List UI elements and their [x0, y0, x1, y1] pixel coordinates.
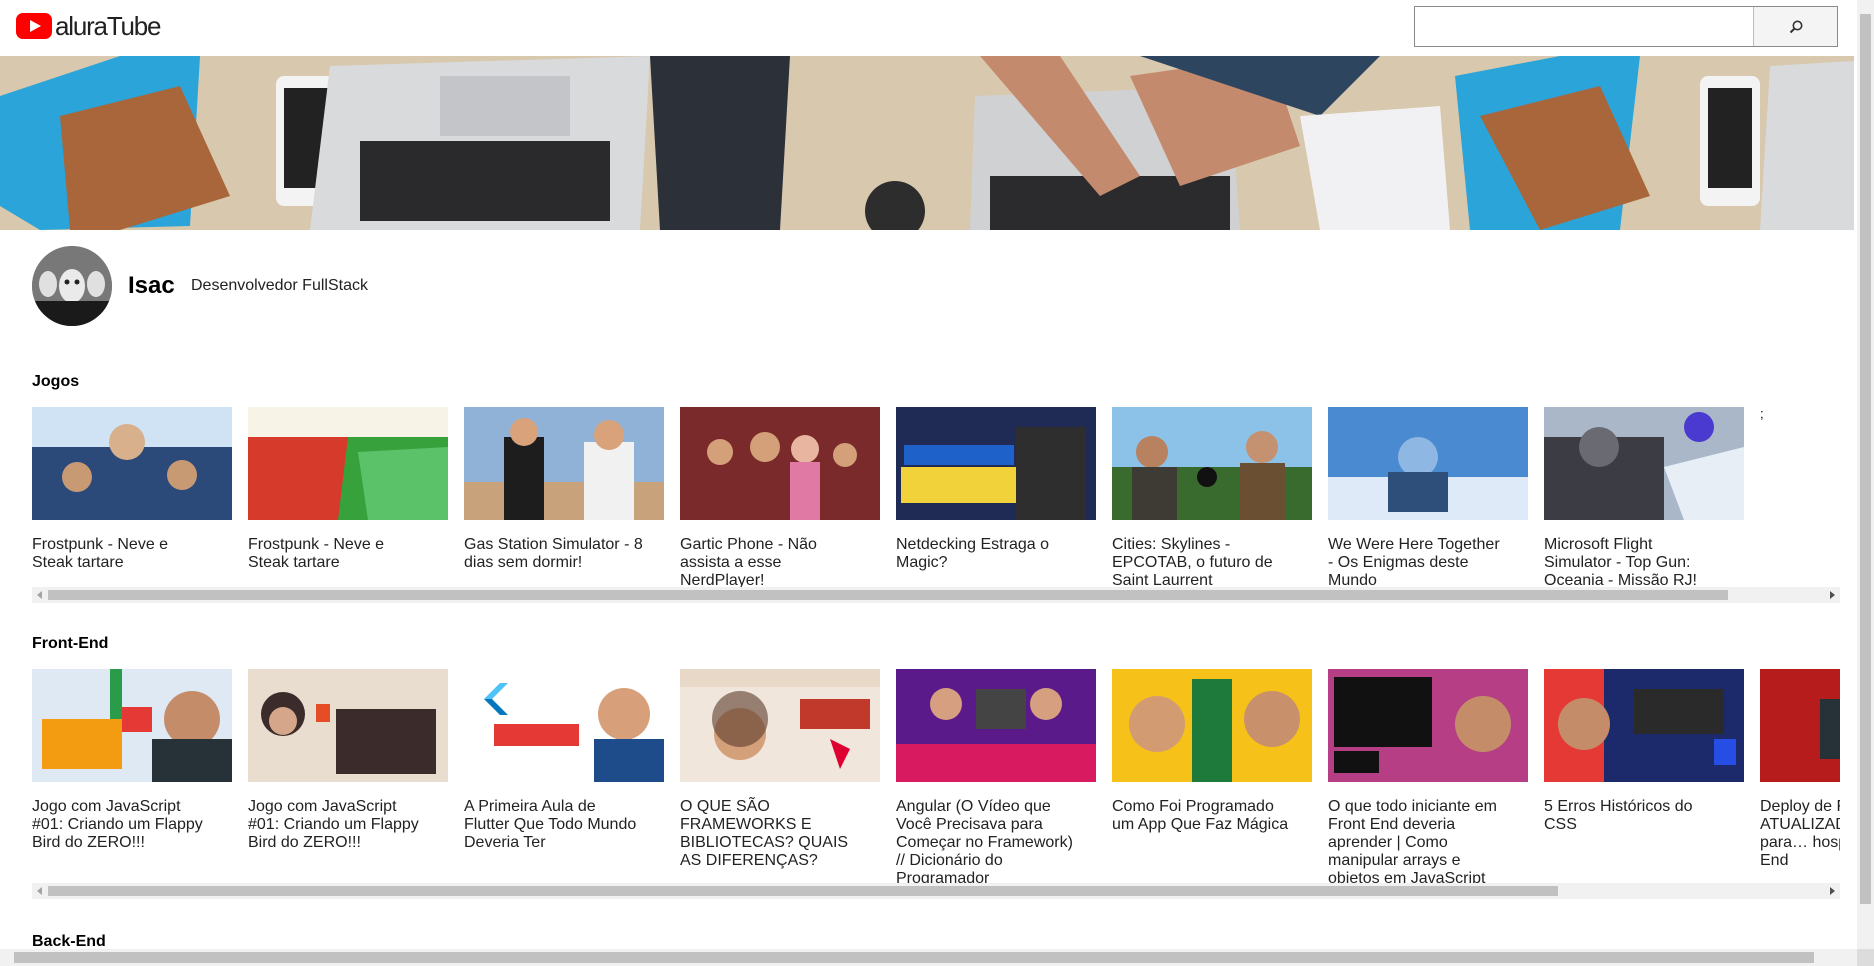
video-card-partial: ; [1760, 407, 1800, 421]
video-card[interactable]: Cities: Skylines - EPCOTAB, o futuro de … [1112, 407, 1312, 587]
profile-job: Desenvolvedor FullStack [191, 277, 368, 294]
section-front-end: Front-End Jogo com JavaScript #01: Crian… [32, 634, 1840, 904]
video-thumbnail [1544, 669, 1744, 782]
video-title: Cities: Skylines - EPCOTAB, o futuro de … [1112, 536, 1273, 587]
section-title: Front-End [32, 635, 109, 652]
video-thumbnail [248, 407, 448, 520]
video-row: Frostpunk - Neve e Steak tartare Frostpu… [32, 407, 1840, 587]
video-thumbnail [1328, 669, 1528, 782]
video-title: Gartic Phone - Não assista a esse NerdPl… [680, 536, 817, 587]
video-thumbnail [896, 669, 1096, 782]
video-thumbnail [1328, 407, 1528, 520]
video-card[interactable]: Jogo com JavaScript #01: Criando um Flap… [248, 669, 448, 852]
video-card[interactable]: Microsoft Flight Simulator - Top Gun: Oc… [1544, 407, 1744, 587]
video-thumbnail [1544, 407, 1744, 520]
scroll-left-arrow-icon[interactable] [32, 587, 48, 603]
video-card[interactable]: Como Foi Programado um App Que Faz Mágic… [1112, 669, 1312, 834]
page-horizontal-scrollbar[interactable] [0, 949, 1857, 966]
video-card[interactable]: Jogo com JavaScript #01: Criando um Flap… [32, 669, 232, 852]
search-icon [1789, 20, 1802, 33]
scroll-thumb[interactable] [48, 590, 1728, 600]
video-title: Frostpunk - Neve e Steak tartare [32, 536, 169, 571]
video-thumbnail [464, 669, 664, 782]
profile-name: Isac [128, 272, 175, 299]
video-title: Angular (O Vídeo que Você Precisava para… [896, 798, 1073, 883]
channel-banner [0, 56, 1854, 230]
section-back-end: Back-End [32, 932, 1840, 949]
video-thumbnail [1112, 407, 1312, 520]
video-title: Gas Station Simulator - 8 dias sem dormi… [464, 536, 643, 571]
video-card[interactable]: Angular (O Vídeo que Você Precisava para… [896, 669, 1096, 883]
video-card[interactable]: Gartic Phone - Não assista a esse NerdPl… [680, 407, 880, 587]
video-title: Netdecking Estraga o Magic? [896, 536, 1049, 571]
video-thumbnail [32, 407, 232, 520]
search-button[interactable] [1753, 7, 1837, 46]
avatar-image [32, 246, 112, 326]
video-title: A Primeira Aula de Flutter Que Todo Mund… [464, 798, 637, 851]
video-card[interactable]: Frostpunk - Neve e Steak tartare [248, 407, 448, 572]
video-thumbnail [896, 407, 1096, 520]
scroll-thumb[interactable] [14, 952, 1814, 963]
row-scrollbar[interactable] [32, 587, 1840, 603]
video-thumbnail [680, 669, 880, 782]
section-title: Back-End [32, 933, 106, 949]
stray-text: ; [1760, 407, 1764, 421]
video-card[interactable]: O que todo iniciante em Front End deveri… [1328, 669, 1528, 883]
video-title: We Were Here Together - Os Enigmas deste… [1328, 536, 1500, 587]
row-scrollbar[interactable] [32, 883, 1840, 899]
top-header: aluraTube [0, 0, 1854, 57]
search-input[interactable] [1415, 7, 1753, 46]
alura-tube-logo[interactable]: aluraTube [16, 11, 162, 41]
banner-image [0, 56, 1854, 230]
search-bar [1414, 6, 1838, 47]
scroll-thumb[interactable] [1860, 14, 1871, 904]
video-row: Jogo com JavaScript #01: Criando um Flap… [32, 669, 1840, 883]
video-thumbnail [464, 407, 664, 520]
video-title: 5 Erros Históricos do CSS [1544, 798, 1693, 833]
video-card[interactable]: Gas Station Simulator - 8 dias sem dormi… [464, 407, 664, 572]
scroll-right-arrow-icon[interactable] [1824, 883, 1840, 899]
page-vertical-scrollbar[interactable] [1857, 0, 1874, 949]
video-thumbnail [248, 669, 448, 782]
video-card[interactable]: Deploy de F… ATUALIZAD… eu uso para… hos… [1760, 669, 1840, 870]
video-thumbnail [1760, 669, 1840, 782]
video-thumbnail [680, 407, 880, 520]
video-card[interactable]: A Primeira Aula de Flutter Que Todo Mund… [464, 669, 664, 852]
video-card[interactable]: 5 Erros Históricos do CSS [1544, 669, 1744, 834]
avatar[interactable] [32, 246, 112, 326]
video-card[interactable]: We Were Here Together - Os Enigmas deste… [1328, 407, 1528, 587]
video-card[interactable]: Frostpunk - Neve e Steak tartare [32, 407, 232, 572]
video-thumbnail [1112, 669, 1312, 782]
scroll-left-arrow-icon[interactable] [32, 883, 48, 899]
scrollbar-corner [1857, 949, 1874, 966]
section-jogos: Jogos Frostpunk - Neve e Steak tartare F… [32, 372, 1840, 604]
video-title: Como Foi Programado um App Que Faz Mágic… [1112, 798, 1289, 833]
logo-text: aluraTube [55, 11, 162, 41]
video-thumbnail [32, 669, 232, 782]
video-title: O que todo iniciante em Front End deveri… [1328, 798, 1497, 883]
video-title: Deploy de F… ATUALIZAD… eu uso para… hos… [1760, 798, 1840, 869]
scroll-right-arrow-icon[interactable] [1824, 587, 1840, 603]
scroll-thumb[interactable] [48, 886, 1558, 896]
video-title: Jogo com JavaScript #01: Criando um Flap… [248, 798, 419, 851]
video-card[interactable]: O QUE SÃO FRAMEWORKS E BIBLIOTECAS? QUAI… [680, 669, 880, 870]
video-title: Frostpunk - Neve e Steak tartare [248, 536, 385, 571]
video-title: O QUE SÃO FRAMEWORKS E BIBLIOTECAS? QUAI… [680, 798, 849, 869]
video-title: Jogo com JavaScript #01: Criando um Flap… [32, 798, 203, 851]
video-title: Microsoft Flight Simulator - Top Gun: Oc… [1544, 536, 1697, 587]
section-title: Jogos [32, 373, 80, 390]
video-card[interactable]: Netdecking Estraga o Magic? [896, 407, 1096, 572]
play-icon [16, 13, 52, 39]
